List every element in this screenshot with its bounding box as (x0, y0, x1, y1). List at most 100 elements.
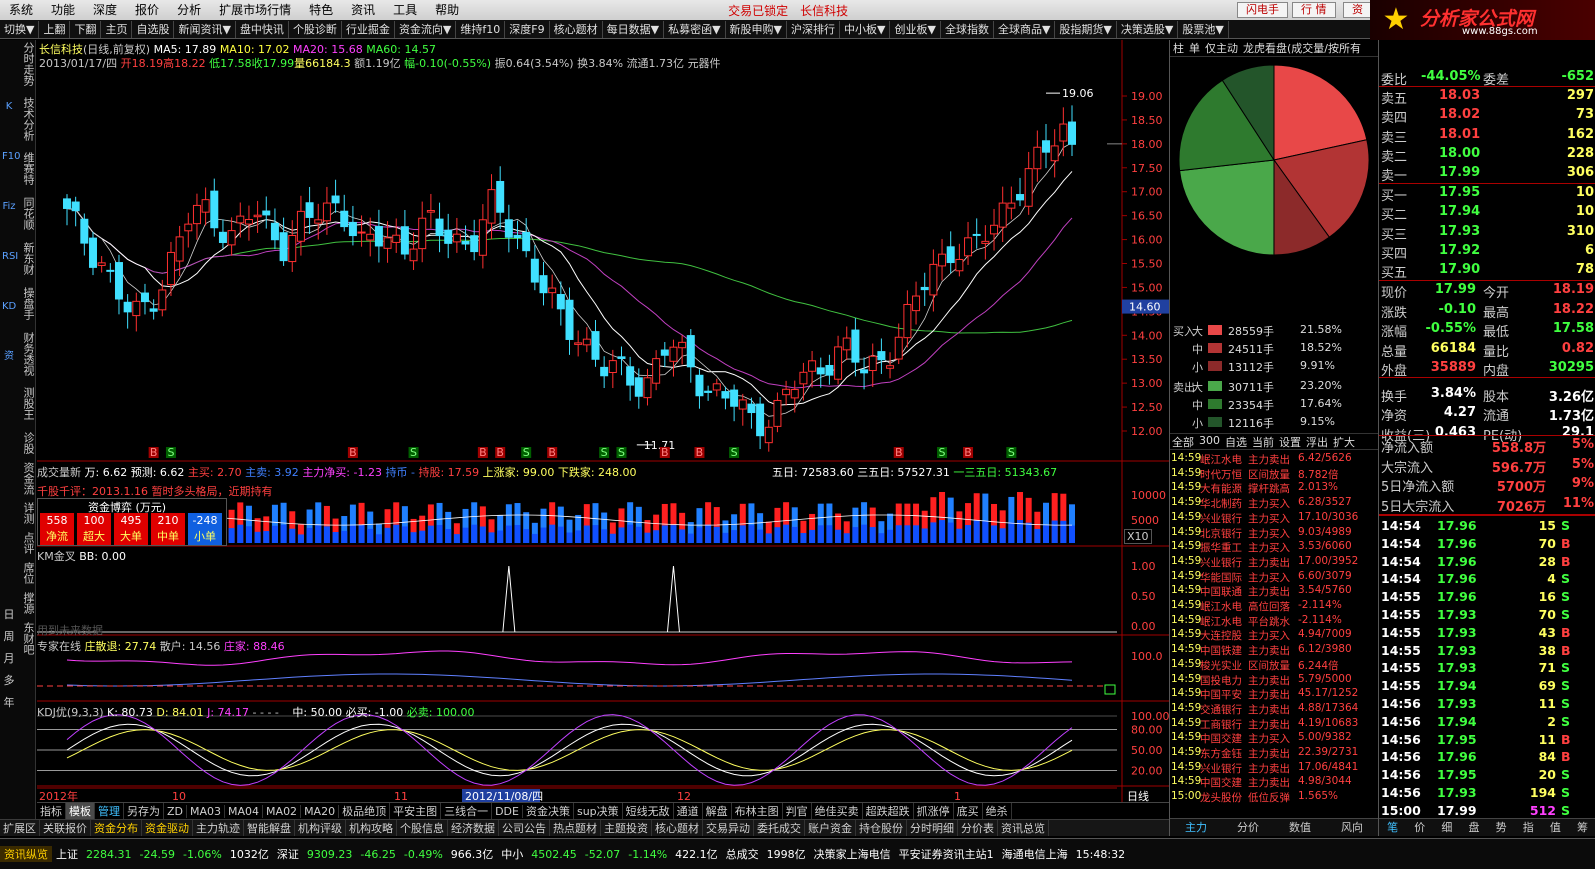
quote-tab-3[interactable]: 盘 (1460, 819, 1487, 836)
indicator-tab-10[interactable]: 平安主图 (390, 803, 442, 819)
left-tool-icon-2[interactable]: Fiz (2, 200, 16, 214)
indicator-tab-21[interactable]: 超跌超跌 (863, 803, 914, 819)
toolbar-button-14[interactable]: 私募密函▼ (664, 20, 726, 38)
mode-bar-tab[interactable]: 柱 (1173, 40, 1184, 56)
indicator-tab-23[interactable]: 底买 (954, 803, 983, 819)
news-tab-300[interactable]: 300 (1199, 434, 1220, 449)
extension-tab-11[interactable]: 热点题材 (550, 820, 601, 836)
left-tab-1[interactable]: 技术分析 (20, 97, 35, 141)
extension-tab-12[interactable]: 主题投资 (601, 820, 652, 836)
quote-tab-6[interactable]: 值 (1542, 819, 1569, 836)
menu-depth[interactable]: 深度 (84, 0, 126, 20)
toolbar-button-3[interactable]: 主页 (101, 20, 133, 38)
menu-extended-market[interactable]: 扩展市场行情 (210, 0, 300, 20)
left-tab-2[interactable]: 维赛特 (20, 152, 35, 185)
period-2[interactable]: 月 (2, 650, 16, 666)
indicator-tab-15[interactable]: 短线无敌 (623, 803, 674, 819)
news-row[interactable]: 14:59 中国铁建 主力卖出 6.12/3980 (1170, 643, 1378, 658)
news-tab-float[interactable]: 浮出 (1306, 434, 1328, 449)
news-row[interactable]: 14:59 华能国际 主力买入 6.60/3079 (1170, 570, 1378, 585)
extension-tab-18[interactable]: 分时明细 (907, 820, 958, 836)
indicator-tab-20[interactable]: 绝佳买卖 (812, 803, 863, 819)
toolbar-button-1[interactable]: 上翻 (39, 20, 71, 38)
toolbar-button-23[interactable]: 股票池▼ (1178, 20, 1229, 38)
left-tab-0[interactable]: 分时走势 (20, 42, 35, 86)
menu-system[interactable]: 系统 (0, 0, 42, 20)
indicator-tab-6[interactable]: MA04 (225, 804, 264, 818)
left-tab-5[interactable]: 操盘手 (20, 287, 35, 320)
indicator-tab-3[interactable]: 另存为 (124, 803, 164, 819)
menu-news[interactable]: 资讯 (342, 0, 384, 20)
menu-quote[interactable]: 报价 (126, 0, 168, 20)
left-tab-6[interactable]: 财务透视 (20, 332, 35, 376)
extension-tab-17[interactable]: 持仓股份 (856, 820, 907, 836)
news-row[interactable]: 14:59 北京银行 主力买入 9.03/4989 (1170, 526, 1378, 541)
left-tab-13[interactable]: 撑源 (20, 592, 35, 614)
toolbar-button-18[interactable]: 创业板▼ (890, 20, 941, 38)
left-tab-9[interactable]: 资金流 (20, 462, 35, 495)
news-row[interactable]: 14:59 东方金钰 主力卖出 22.39/2731 (1170, 746, 1378, 761)
news-tab-settings[interactable]: 设置 (1279, 434, 1301, 449)
quote-tab-2[interactable]: 细 (1433, 819, 1460, 836)
chart-canvas[interactable]: 19.00 18.50 18.00 17.50 17.00 16.50 16.00 15.50… (37, 40, 1170, 808)
left-tool-icon-1[interactable]: F10 (2, 150, 20, 164)
extension-tab-19[interactable]: 分价表 (958, 820, 998, 836)
period-4[interactable]: 年 (2, 694, 16, 710)
extension-tab-3[interactable]: 资金驱动 (142, 820, 193, 836)
indicator-tab-14[interactable]: sup决策 (574, 803, 623, 819)
indicator-tab-18[interactable]: 布林主图 (732, 803, 783, 819)
quote-tab-1[interactable]: 价 (1406, 819, 1433, 836)
news-row[interactable]: 14:59 岷江水电 主力卖出 6.42/5626 (1170, 452, 1378, 467)
news-tab-all[interactable]: 全部 (1172, 434, 1194, 449)
toolbar-button-22[interactable]: 决策选股▼ (1117, 20, 1179, 38)
left-tool-icon-4[interactable]: KD (2, 300, 16, 314)
news-row[interactable]: 14:59 岷江水电 高位回落 -2.114% (1170, 599, 1378, 614)
indicator-tab-8[interactable]: MA20 (301, 804, 340, 818)
news-row[interactable]: 14:59 中国平安 主力卖出 45.17/1252 (1170, 687, 1378, 702)
left-tab-4[interactable]: 新东财 (20, 242, 35, 275)
indicator-tab-2[interactable]: 管理 (95, 803, 124, 819)
toolbar-button-9[interactable]: 资金流向▼ (395, 20, 457, 38)
extension-tab-4[interactable]: 主力轨迹 (193, 820, 244, 836)
indicator-tab-13[interactable]: 资金决策 (523, 803, 574, 819)
extension-tab-8[interactable]: 个股信息 (397, 820, 448, 836)
vol-scale-x10[interactable]: X10 (1124, 529, 1152, 544)
toolbar-button-11[interactable]: 深度F9 (505, 20, 550, 38)
news-feed-button[interactable]: 资讯纵览 (0, 846, 52, 862)
extension-tab-20[interactable]: 资讯总览 (998, 820, 1049, 836)
extension-tab-7[interactable]: 机构攻略 (346, 820, 397, 836)
extension-tab-6[interactable]: 机构评级 (295, 820, 346, 836)
indicator-tab-16[interactable]: 通道 (674, 803, 703, 819)
indicator-tab-1[interactable]: 模板 (66, 803, 95, 819)
fund-button[interactable]: 资 (1343, 2, 1372, 18)
extension-tab-1[interactable]: 关联报价 (40, 820, 91, 836)
news-row[interactable]: 14:59 兴业银行 主力买入 17.10/3036 (1170, 511, 1378, 526)
extension-tab-10[interactable]: 公司公告 (499, 820, 550, 836)
money-flow-tab-1[interactable]: 分价 (1222, 819, 1274, 836)
news-tab-watchlist[interactable]: 自选 (1225, 434, 1247, 449)
news-row[interactable]: 14:59 时代万恒 区间放量 8.782倍 (1170, 467, 1378, 482)
news-row[interactable]: 14:59 国投电力 主力卖出 5.79/5000 (1170, 673, 1378, 688)
extension-tab-5[interactable]: 智能解盘 (244, 820, 295, 836)
indicator-tab-24[interactable]: 绝杀 (983, 803, 1012, 819)
news-row[interactable]: 14:59 梭光实业 区间放量 6.244倍 (1170, 658, 1378, 673)
news-row[interactable]: 15:00 龙头股份 低位反弹 1.565% (1170, 790, 1378, 805)
kline-chart-area[interactable]: 19.00 18.50 18.00 17.50 17.00 16.50 16.00 15.50… (37, 40, 1170, 808)
left-tool-icon-3[interactable]: RSI (2, 250, 18, 264)
flash-trade-button[interactable]: 闪电手 (1237, 2, 1288, 18)
mode-active-tab[interactable]: 仅主动 (1205, 40, 1238, 56)
extension-tab-9[interactable]: 经济数据 (448, 820, 499, 836)
extension-tab-2[interactable]: 资金分布 (91, 820, 142, 836)
money-flow-tab-3[interactable]: 风向 (1326, 819, 1378, 836)
money-flow-tab-0[interactable]: 主力 (1170, 819, 1222, 836)
toolbar-button-5[interactable]: 新闻资讯▼ (174, 20, 236, 38)
toolbar-button-2[interactable]: 下翻 (70, 20, 102, 38)
menu-function[interactable]: 功能 (42, 0, 84, 20)
period-1[interactable]: 周 (2, 628, 16, 644)
toolbar-button-6[interactable]: 盘中快讯 (236, 20, 289, 38)
left-tab-10[interactable]: 详测 (20, 502, 35, 524)
left-tab-7[interactable]: 测股王 (20, 387, 35, 420)
left-tab-14[interactable]: 东财吧 (20, 622, 35, 655)
indicator-tab-12[interactable]: DDE (492, 804, 523, 818)
indicator-tab-11[interactable]: 三线合一 (441, 803, 493, 819)
